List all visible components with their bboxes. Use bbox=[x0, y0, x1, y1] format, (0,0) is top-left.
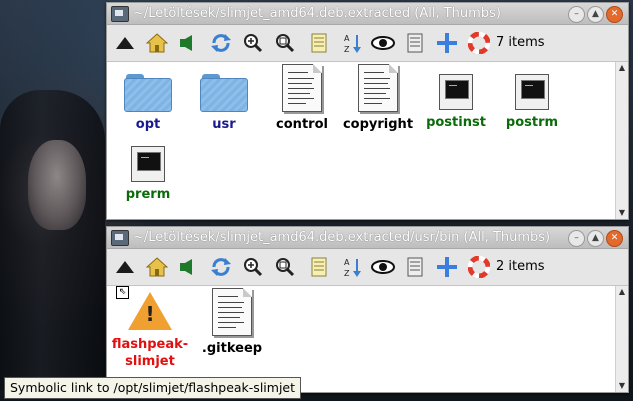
item-label-line2: slimjet bbox=[125, 354, 175, 369]
eye-icon[interactable] bbox=[371, 256, 395, 278]
svg-text:A: A bbox=[344, 258, 350, 267]
zoom-fit-icon[interactable] bbox=[273, 32, 297, 54]
scroll-up-icon[interactable]: ▲ bbox=[616, 62, 628, 74]
item-count: 7 items bbox=[496, 35, 545, 50]
folder-icon bbox=[200, 72, 248, 112]
toolbar: AZ 2 items bbox=[107, 249, 628, 286]
svg-text:A: A bbox=[344, 34, 350, 43]
scroll-down-icon[interactable]: ▼ bbox=[616, 380, 628, 392]
item-label: prerm bbox=[125, 187, 171, 202]
executable-icon bbox=[131, 146, 165, 182]
item-label: usr bbox=[212, 117, 236, 132]
text-file-icon bbox=[358, 64, 398, 112]
warning-icon: ⇖ ! bbox=[116, 286, 174, 332]
window-app-icon bbox=[111, 230, 129, 246]
text-file-icon bbox=[282, 64, 322, 112]
item-label: copyright bbox=[342, 117, 414, 132]
titlebar[interactable]: ~/Letöltések/slimjet_amd64.deb.extracted… bbox=[107, 227, 628, 249]
svg-text:Z: Z bbox=[344, 45, 350, 54]
window-app-icon bbox=[111, 6, 129, 22]
sort-az-icon[interactable]: AZ bbox=[341, 32, 365, 54]
item-label: postinst bbox=[426, 115, 486, 130]
close-button[interactable]: ✕ bbox=[606, 6, 623, 23]
speaker-icon[interactable] bbox=[175, 32, 199, 54]
text-file-icon bbox=[212, 288, 252, 336]
zoom-in-icon[interactable] bbox=[241, 32, 265, 54]
file-postrm[interactable]: postrm bbox=[493, 74, 571, 131]
up-arrow-icon[interactable] bbox=[113, 256, 137, 278]
file-prerm[interactable]: prerm bbox=[109, 146, 187, 203]
maximize-button[interactable]: ▲ bbox=[587, 230, 604, 247]
list-icon[interactable] bbox=[403, 32, 427, 54]
add-icon[interactable] bbox=[435, 256, 459, 278]
notes-icon[interactable] bbox=[307, 32, 331, 54]
wallpaper-face bbox=[28, 140, 86, 230]
item-label-line1: flashpeak- bbox=[111, 337, 189, 352]
symlink-tooltip: Symbolic link to /opt/slimjet/flashpeak-… bbox=[4, 377, 302, 399]
maximize-button[interactable]: ▲ bbox=[587, 6, 604, 23]
sort-az-icon[interactable]: AZ bbox=[341, 256, 365, 278]
refresh-icon[interactable] bbox=[209, 32, 233, 54]
home-icon[interactable] bbox=[145, 256, 169, 278]
svg-text:Z: Z bbox=[344, 269, 350, 278]
toolbar: AZ 7 items bbox=[107, 25, 628, 62]
minimize-button[interactable]: – bbox=[568, 230, 585, 247]
scroll-down-icon[interactable]: ▼ bbox=[616, 207, 628, 219]
folder-icon bbox=[124, 72, 172, 112]
file-postinst[interactable]: postinst bbox=[417, 74, 495, 131]
file-manager-window-root: ~/Letöltések/slimjet_amd64.deb.extracted… bbox=[106, 2, 629, 220]
zoom-fit-icon[interactable] bbox=[273, 256, 297, 278]
vertical-scrollbar[interactable]: ▲ ▼ bbox=[615, 286, 628, 392]
zoom-in-icon[interactable] bbox=[241, 256, 265, 278]
file-control[interactable]: control bbox=[263, 64, 341, 133]
refresh-icon[interactable] bbox=[209, 256, 233, 278]
notes-icon[interactable] bbox=[307, 256, 331, 278]
folder-usr[interactable]: usr bbox=[185, 72, 263, 133]
file-area[interactable]: opt usr control copyright postinst postr… bbox=[107, 62, 616, 219]
eye-icon[interactable] bbox=[371, 32, 395, 54]
window-title: ~/Letöltések/slimjet_amd64.deb.extracted… bbox=[133, 6, 501, 21]
titlebar[interactable]: ~/Letöltések/slimjet_amd64.deb.extracted… bbox=[107, 3, 628, 25]
item-count: 2 items bbox=[496, 259, 545, 274]
item-label: postrm bbox=[505, 115, 559, 130]
file-manager-window-bin: ~/Letöltések/slimjet_amd64.deb.extracted… bbox=[106, 226, 629, 393]
wallpaper-figure bbox=[0, 90, 105, 390]
item-label: control bbox=[276, 117, 328, 132]
list-icon[interactable] bbox=[403, 256, 427, 278]
item-label: .gitkeep bbox=[201, 341, 263, 356]
speaker-icon[interactable] bbox=[175, 256, 199, 278]
item-label: opt bbox=[135, 117, 161, 132]
lifebuoy-icon[interactable] bbox=[467, 32, 491, 54]
vertical-scrollbar[interactable]: ▲ ▼ bbox=[615, 62, 628, 219]
symlink-flashpeak-slimjet[interactable]: ⇖ ! flashpeak- slimjet bbox=[111, 286, 189, 370]
lifebuoy-icon[interactable] bbox=[467, 256, 491, 278]
file-gitkeep[interactable]: .gitkeep bbox=[193, 288, 271, 357]
scroll-up-icon[interactable]: ▲ bbox=[616, 286, 628, 298]
executable-icon bbox=[439, 74, 473, 110]
up-arrow-icon[interactable] bbox=[113, 32, 137, 54]
close-button[interactable]: ✕ bbox=[606, 230, 623, 247]
minimize-button[interactable]: – bbox=[568, 6, 585, 23]
executable-icon bbox=[515, 74, 549, 110]
window-title: ~/Letöltések/slimjet_amd64.deb.extracted… bbox=[133, 230, 551, 245]
folder-opt[interactable]: opt bbox=[109, 72, 187, 133]
file-copyright[interactable]: copyright bbox=[339, 64, 417, 133]
add-icon[interactable] bbox=[435, 32, 459, 54]
home-icon[interactable] bbox=[145, 32, 169, 54]
